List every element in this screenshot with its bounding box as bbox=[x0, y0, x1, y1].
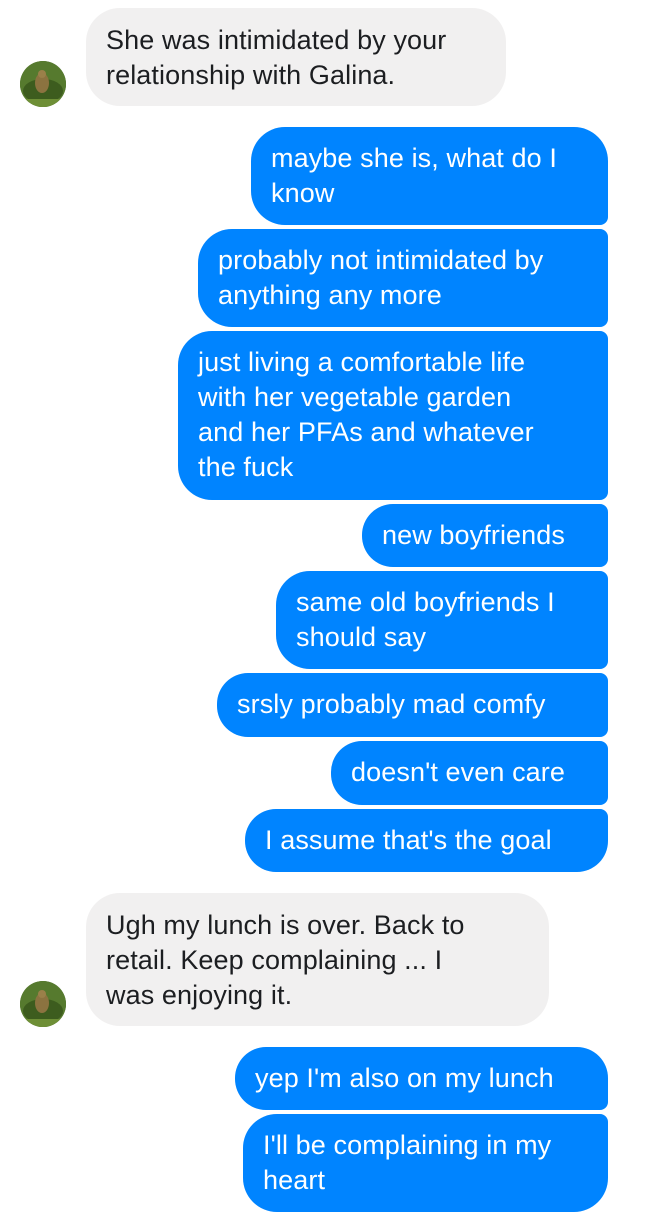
incoming-message-bubble[interactable]: Ugh my lunch is over. Back to retail. Ke… bbox=[86, 893, 549, 1026]
outgoing-message-bubble[interactable]: maybe she is, what do I know bbox=[251, 127, 608, 225]
outgoing-message-bubble[interactable]: yep I'm also on my lunch bbox=[235, 1047, 608, 1110]
outgoing-message-bubble[interactable]: srsly probably mad comfy bbox=[217, 673, 608, 737]
outgoing-message-bubble[interactable]: I assume that's the goal bbox=[245, 809, 608, 872]
incoming-message-bubble[interactable]: She was intimidated by your relationship… bbox=[86, 8, 506, 106]
outgoing-message-bubble[interactable]: doesn't even care bbox=[331, 741, 608, 805]
outgoing-message-bubble[interactable]: I'll be complaining in my heart bbox=[243, 1114, 608, 1212]
outgoing-message-bubble[interactable]: new boyfriends bbox=[362, 504, 608, 567]
outgoing-message-bubble[interactable]: just living a comfortable life with her … bbox=[178, 331, 608, 500]
contact-avatar-icon[interactable] bbox=[20, 61, 66, 107]
message-thread: She was intimidated by your relationship… bbox=[0, 0, 648, 1220]
outgoing-message-bubble[interactable]: probably not intimidated by anything any… bbox=[198, 229, 608, 327]
outgoing-message-bubble[interactable]: same old boyfriends I should say bbox=[276, 571, 608, 669]
contact-avatar-icon[interactable] bbox=[20, 981, 66, 1027]
